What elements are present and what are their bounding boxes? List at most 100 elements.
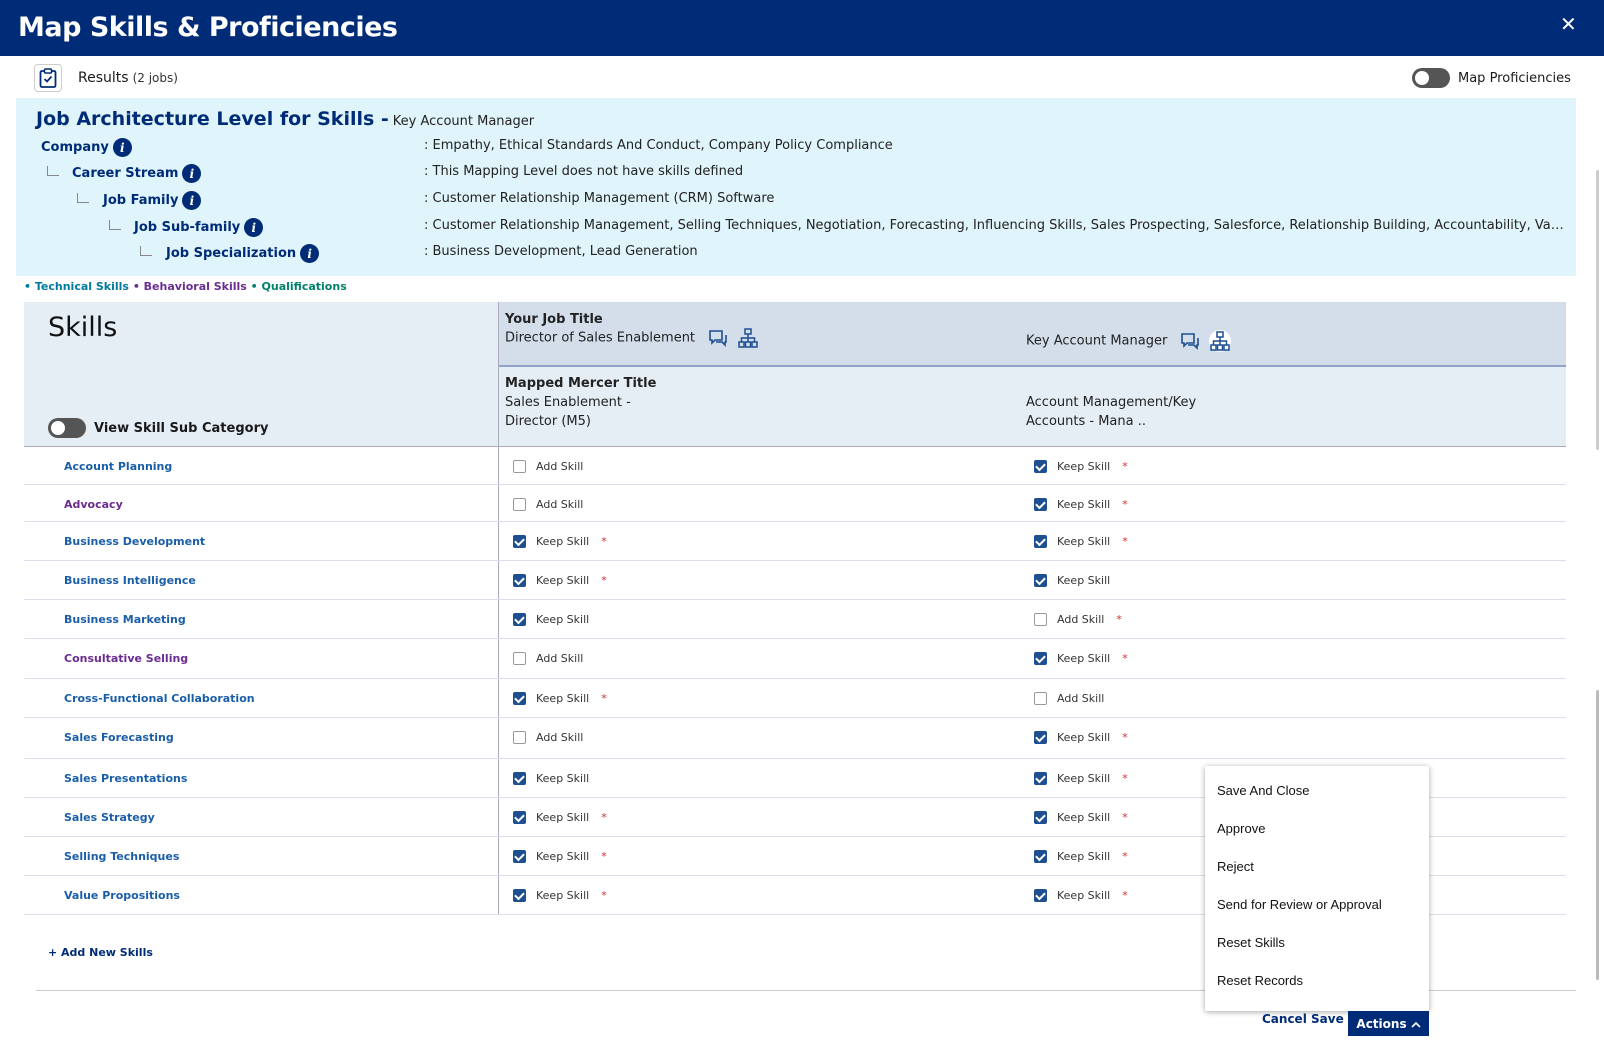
add-skill-checkbox[interactable] — [513, 652, 526, 665]
keep-skill-checkbox[interactable] — [1034, 889, 1047, 902]
info-icon[interactable]: i — [182, 164, 202, 183]
org-chart-icon[interactable] — [1209, 330, 1232, 352]
scrollbar[interactable] — [1596, 170, 1599, 450]
skill-action-label: Keep Skill — [1057, 535, 1111, 548]
skill-map-cell: Add Skill — [513, 460, 583, 473]
skill-name-link[interactable]: Sales Forecasting — [64, 731, 174, 744]
mercer-title-col2: Account Management/Key Accounts - Mana .… — [1026, 393, 1196, 431]
keep-skill-checkbox[interactable] — [513, 811, 526, 824]
menu-item-save-and-close[interactable]: Save And Close — [1217, 783, 1310, 798]
skill-map-cell: Keep Skill — [513, 772, 589, 785]
required-asterisk: * — [601, 811, 607, 824]
skill-action-label: Add Skill — [536, 731, 584, 744]
table-row: Business Marketing Keep Skill Add Skill * — [24, 600, 1566, 639]
keep-skill-checkbox[interactable] — [1034, 811, 1047, 824]
keep-skill-checkbox[interactable] — [513, 772, 526, 785]
mercer-title-line2: Director (M5) — [505, 414, 591, 429]
column-divider — [498, 485, 499, 521]
skill-name-link[interactable]: Consultative Selling — [64, 652, 188, 665]
skill-name-link[interactable]: Advocacy — [64, 498, 123, 511]
skill-action-label: Keep Skill — [536, 613, 590, 626]
map-proficiencies-toggle[interactable]: Map Proficiencies — [1412, 68, 1571, 88]
org-chart-icon[interactable] — [737, 327, 759, 349]
info-icon[interactable]: i — [244, 218, 264, 237]
close-icon[interactable]: ✕ — [1560, 12, 1577, 36]
skill-action-label: Add Skill — [536, 652, 584, 665]
add-new-skills-link[interactable]: + Add New Skills — [48, 946, 153, 959]
comment-icon[interactable] — [707, 327, 729, 349]
menu-item-reset-records[interactable]: Reset Records — [1217, 973, 1303, 988]
required-asterisk: * — [601, 692, 607, 705]
keep-skill-checkbox[interactable] — [1034, 574, 1047, 587]
skill-map-cell: Keep Skill — [1034, 574, 1110, 587]
view-skill-sub-category-toggle[interactable]: View Skill Sub Category — [48, 418, 268, 438]
menu-item-reset-skills[interactable]: Reset Skills — [1217, 935, 1285, 950]
keep-skill-checkbox[interactable] — [513, 613, 526, 626]
skill-map-cell: Keep Skill * — [1034, 889, 1128, 902]
skill-name-link[interactable]: Business Marketing — [64, 613, 186, 626]
skill-name-link[interactable]: Sales Presentations — [64, 772, 187, 785]
info-icon[interactable]: i — [300, 244, 320, 263]
level-career-stream: Career Stream i — [72, 164, 202, 183]
keep-skill-checkbox[interactable] — [513, 692, 526, 705]
add-skill-checkbox[interactable] — [513, 460, 526, 473]
keep-skill-checkbox[interactable] — [1034, 652, 1047, 665]
toggle-switch[interactable] — [1412, 68, 1450, 88]
skill-name-link[interactable]: Cross-Functional Collaboration — [64, 692, 255, 705]
skill-name-link[interactable]: Business Development — [64, 535, 205, 548]
skill-name-link[interactable]: Selling Techniques — [64, 850, 179, 863]
map-proficiencies-label: Map Proficiencies — [1458, 70, 1571, 86]
skill-map-cell: Keep Skill * — [1034, 731, 1128, 744]
architecture-title: Job Architecture Level for Skills - Key A… — [36, 108, 534, 130]
tree-connector — [109, 220, 121, 230]
column-divider — [498, 679, 499, 717]
keep-skill-checkbox[interactable] — [1034, 850, 1047, 863]
cancel-button[interactable]: Cancel — [1262, 1012, 1307, 1026]
scrollbar-thumb[interactable] — [1596, 690, 1599, 980]
skill-action-label: Keep Skill — [1057, 460, 1111, 473]
keep-skill-checkbox[interactable] — [1034, 498, 1047, 511]
toggle-switch[interactable] — [48, 418, 86, 438]
keep-skill-checkbox[interactable] — [1034, 460, 1047, 473]
info-icon[interactable]: i — [182, 191, 202, 210]
menu-item-send-for-review[interactable]: Send for Review or Approval — [1217, 897, 1382, 912]
comment-icon[interactable] — [1179, 330, 1201, 352]
skill-name-link[interactable]: Value Propositions — [64, 889, 180, 902]
tree-connector — [140, 246, 152, 256]
keep-skill-checkbox[interactable] — [1034, 535, 1047, 548]
required-asterisk: * — [1122, 889, 1128, 902]
keep-skill-checkbox[interactable] — [513, 535, 526, 548]
add-skill-checkbox[interactable] — [1034, 692, 1047, 705]
menu-item-approve[interactable]: Approve — [1217, 821, 1265, 836]
skill-name-link[interactable]: Sales Strategy — [64, 811, 155, 824]
your-job-title-label: Your Job Title — [505, 312, 603, 327]
skill-action-label: Keep Skill — [1057, 889, 1111, 902]
skill-action-label: Keep Skill — [1057, 498, 1111, 511]
add-skill-checkbox[interactable] — [1034, 613, 1047, 626]
column-divider — [498, 639, 499, 678]
keep-skill-checkbox[interactable] — [513, 889, 526, 902]
add-skill-checkbox[interactable] — [513, 498, 526, 511]
level-job-specialization: Job Specialization i — [166, 244, 320, 263]
info-icon[interactable]: i — [112, 138, 132, 157]
menu-item-reject[interactable]: Reject — [1217, 859, 1254, 874]
keep-skill-checkbox[interactable] — [513, 574, 526, 587]
level-value: : This Mapping Level does not have skill… — [424, 164, 744, 179]
architecture-job: Key Account Manager — [392, 114, 535, 129]
tree-connector — [77, 193, 89, 203]
keep-skill-checkbox[interactable] — [1034, 731, 1047, 744]
column-divider — [498, 798, 499, 836]
keep-skill-checkbox[interactable] — [513, 850, 526, 863]
skill-map-cell: Keep Skill * — [1034, 772, 1128, 785]
your-job-title-col1: Your Job Title Director of Sales Enablem… — [505, 312, 759, 349]
skill-name-link[interactable]: Account Planning — [64, 460, 172, 473]
keep-skill-checkbox[interactable] — [1034, 772, 1047, 785]
required-asterisk: * — [1122, 811, 1128, 824]
level-label: Job Family — [103, 193, 179, 208]
actions-button[interactable]: Actions — [1348, 1011, 1429, 1036]
required-asterisk: * — [601, 574, 607, 587]
skill-name-link[interactable]: Business Intelligence — [64, 574, 196, 587]
skill-action-label: Add Skill — [1057, 613, 1105, 626]
add-skill-checkbox[interactable] — [513, 731, 526, 744]
save-button[interactable]: Save — [1311, 1012, 1344, 1026]
